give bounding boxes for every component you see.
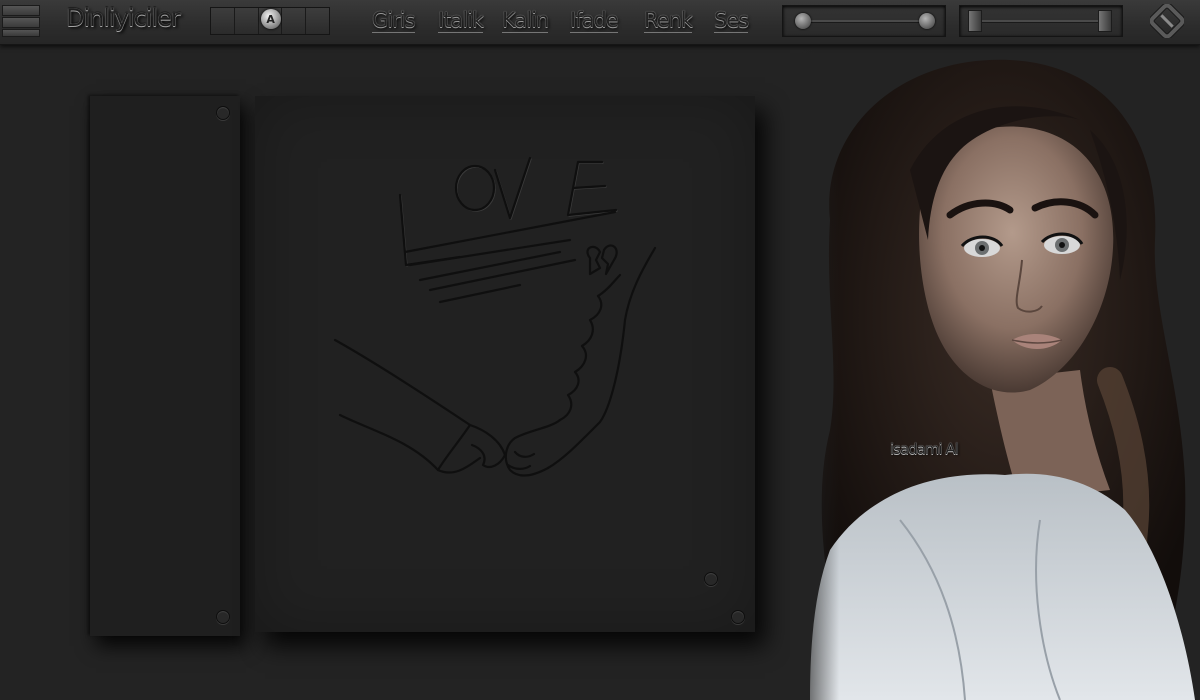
font-size-option[interactable]: [282, 8, 307, 34]
user-avatar-portrait: [790, 50, 1200, 700]
screw-icon: [731, 610, 745, 624]
love-hands-sketch: [333, 156, 657, 477]
font-size-option[interactable]: [306, 8, 329, 34]
menu-item-giris[interactable]: Giris: [372, 8, 416, 33]
screw-icon: [216, 106, 230, 120]
menu-item-italik[interactable]: Italik: [438, 8, 484, 33]
volume-slider[interactable]: [782, 5, 946, 37]
volume-handle-right[interactable]: [919, 13, 935, 29]
balance-handle-left[interactable]: [968, 10, 982, 32]
top-toolbar: Dinliyiciler A Giris Italik Kalin Ifade …: [0, 0, 1200, 45]
side-panel: [90, 96, 240, 636]
font-size-option[interactable]: [211, 8, 235, 34]
font-size-knob-icon[interactable]: A: [260, 9, 281, 29]
menu-icon[interactable]: [0, 5, 40, 37]
app-logo-icon[interactable]: [1150, 4, 1184, 38]
screw-icon: [704, 572, 718, 586]
balance-track: [974, 20, 1108, 22]
volume-handle-left[interactable]: [795, 13, 811, 29]
menu-item-renk[interactable]: Renk: [644, 8, 693, 33]
screw-icon: [216, 610, 230, 624]
menu-item-ifade[interactable]: Ifade: [570, 8, 619, 33]
portrait-label: isadami Al: [890, 440, 959, 458]
balance-handle-right[interactable]: [1098, 10, 1112, 32]
font-size-selector[interactable]: A: [210, 7, 330, 35]
font-size-option[interactable]: [234, 8, 259, 34]
volume-track: [797, 20, 931, 22]
balance-slider[interactable]: [959, 5, 1123, 37]
menu-item-ses[interactable]: Ses: [714, 8, 749, 33]
menu-item-kalin[interactable]: Kalin: [502, 8, 549, 33]
font-size-option[interactable]: A: [258, 8, 283, 34]
room-title[interactable]: Dinliyiciler: [66, 4, 181, 32]
